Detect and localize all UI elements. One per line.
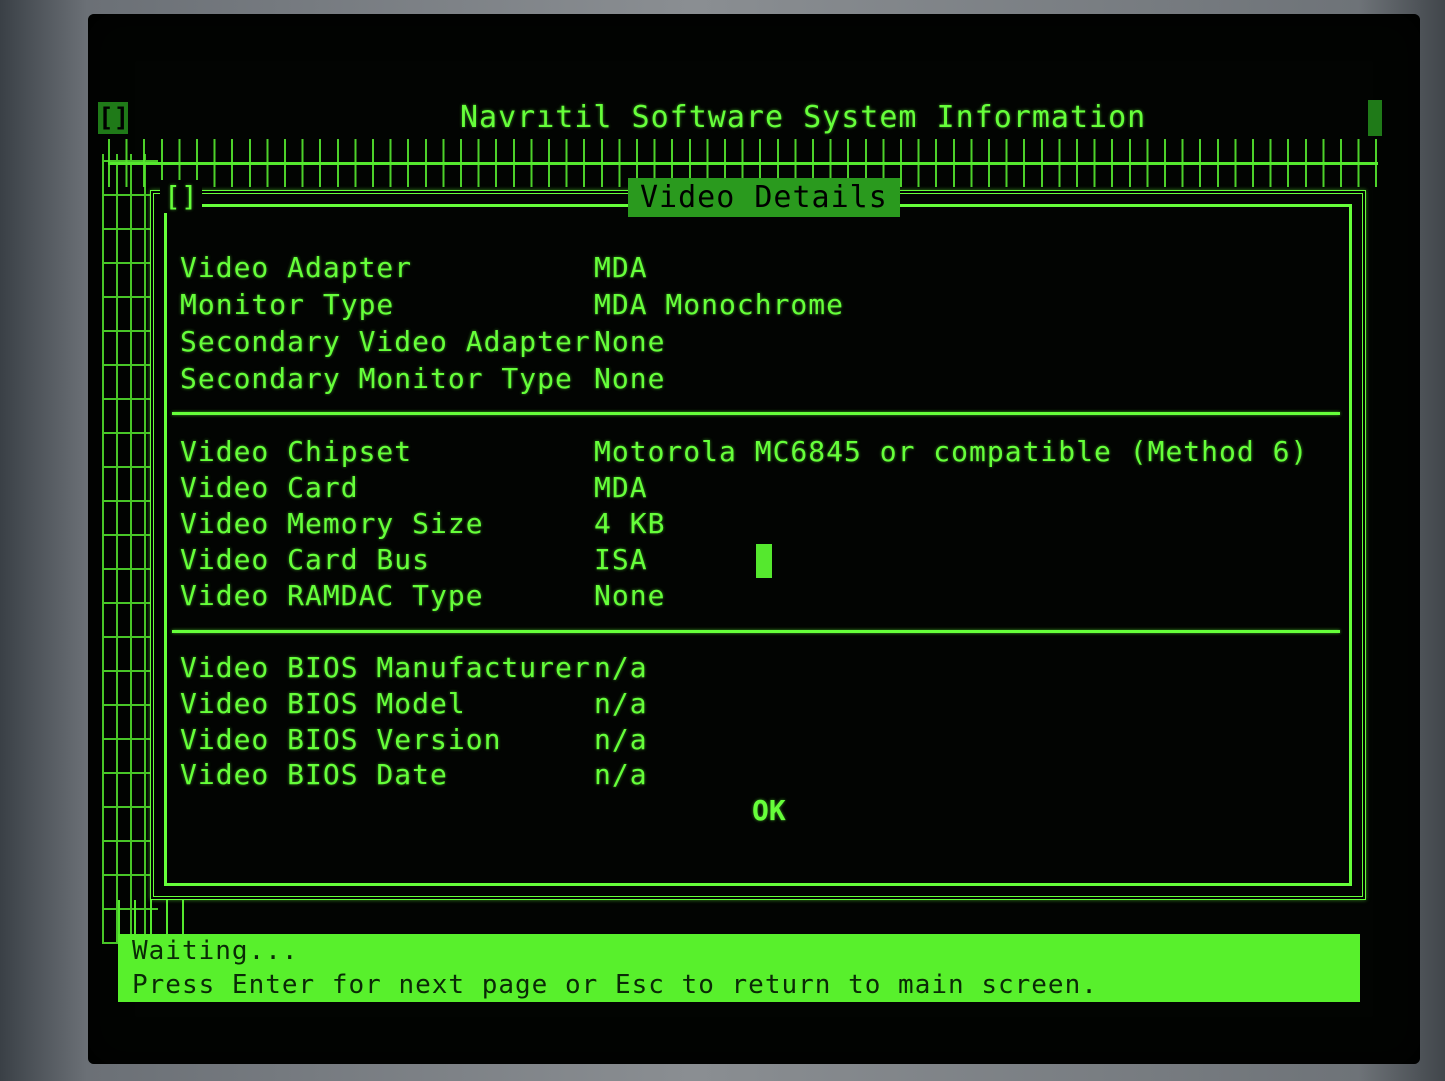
text-cursor — [756, 544, 772, 578]
label-video-memory-size: Video Memory Size — [180, 507, 484, 540]
label-secondary-monitor-type: Secondary Monitor Type — [180, 362, 573, 395]
label-secondary-video-adapter: Secondary Video Adapter — [180, 325, 591, 358]
value-video-bios-version: n/a — [594, 723, 648, 756]
value-video-bios-date: n/a — [594, 758, 648, 791]
value-video-bios-manufacturer: n/a — [594, 651, 648, 684]
ruler-line — [108, 162, 1378, 165]
value-secondary-monitor-type: None — [594, 362, 666, 395]
value-video-bios-model: n/a — [594, 687, 648, 720]
section-divider — [172, 630, 1340, 633]
label-monitor-type: Monitor Type — [180, 288, 395, 321]
status-line-help: Press Enter for next page or Esc to retu… — [132, 970, 1098, 1000]
value-video-card-bus: ISA — [594, 543, 648, 576]
status-bar: Waiting... Press Enter for next page or … — [118, 934, 1360, 1002]
value-video-chipset: Motorola MC6845 or compatible (Method 6) — [594, 435, 1309, 468]
status-line-waiting: Waiting... — [132, 936, 299, 966]
label-video-chipset: Video Chipset — [180, 435, 413, 468]
scrollbar-thumb[interactable] — [1368, 100, 1382, 136]
label-video-bios-model: Video BIOS Model — [180, 687, 466, 720]
label-video-bios-manufacturer: Video BIOS Manufacturer — [180, 651, 591, 684]
label-video-bios-date: Video BIOS Date — [180, 758, 448, 791]
label-video-card: Video Card — [180, 471, 359, 504]
value-secondary-video-adapter: None — [594, 325, 666, 358]
value-video-card: MDA — [594, 471, 648, 504]
dialog-close-button[interactable]: [] — [160, 180, 202, 213]
value-video-adapter: MDA — [594, 251, 648, 284]
label-video-bios-version: Video BIOS Version — [180, 723, 502, 756]
value-video-ramdac-type: None — [594, 579, 666, 612]
background-pattern-ticks — [118, 900, 198, 936]
value-video-memory-size: 4 KB — [594, 507, 666, 540]
window-title: Navrıtil Software System Information — [460, 100, 1147, 135]
section-divider — [172, 412, 1340, 415]
label-video-card-bus: Video Card Bus — [180, 543, 431, 576]
ok-button[interactable]: OK — [752, 794, 786, 827]
dialog-title: Video Details — [628, 178, 900, 217]
window-close-button[interactable]: [] — [98, 102, 129, 134]
crt-screen: [] Navrıtil Software System Information … — [88, 14, 1420, 1064]
label-video-adapter: Video Adapter — [180, 251, 413, 284]
label-video-ramdac-type: Video RAMDAC Type — [180, 579, 484, 612]
value-monitor-type: MDA Monochrome — [594, 288, 845, 321]
